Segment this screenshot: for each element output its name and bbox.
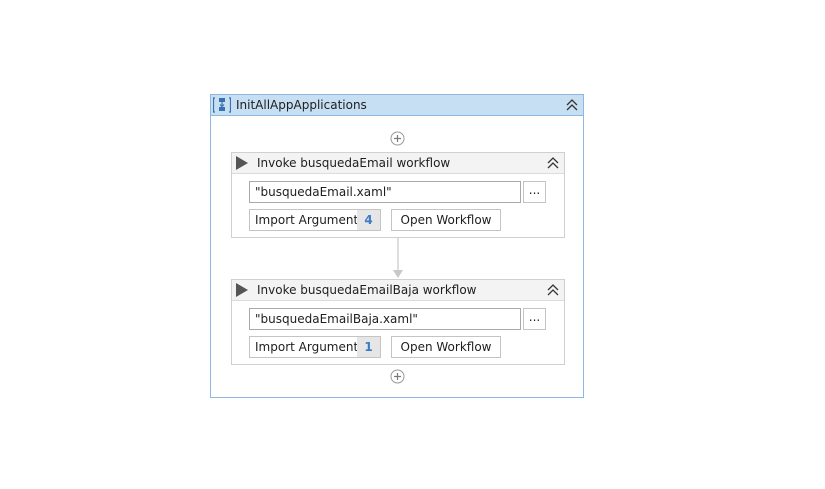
browse-button[interactable]: ... (523, 308, 546, 330)
activity-title: Invoke busquedaEmail workflow (257, 156, 451, 170)
add-activity-icon[interactable] (390, 131, 405, 146)
invoke-workflow-activity[interactable]: Invoke busquedaEmail workflow "busquedaE… (231, 152, 565, 238)
argument-count-badge: 1 (357, 337, 380, 357)
double-chevron-up-icon[interactable] (565, 98, 579, 112)
import-arguments-label: Import Arguments (255, 340, 365, 354)
add-activity-icon[interactable] (390, 369, 405, 384)
invoke-workflow-activity[interactable]: Invoke busquedaEmailBaja workflow "busqu… (231, 279, 565, 365)
activity-header[interactable]: Invoke busquedaEmailBaja workflow (232, 280, 564, 301)
import-arguments-button[interactable]: Import Arguments 1 (249, 336, 381, 358)
play-icon (236, 156, 248, 170)
sequence-icon (213, 97, 231, 113)
import-arguments-label: Import Arguments (255, 213, 365, 227)
activity-title: Invoke busquedaEmailBaja workflow (257, 283, 477, 297)
play-icon (236, 283, 248, 297)
sequence-container[interactable]: InitAllAppApplications Invoke busquedaEm… (210, 94, 584, 398)
sequence-title: InitAllAppApplications (236, 98, 367, 112)
double-chevron-up-icon[interactable] (546, 156, 560, 170)
argument-count-badge: 4 (357, 210, 380, 230)
activity-header[interactable]: Invoke busquedaEmail workflow (232, 153, 564, 174)
connector-arrow (393, 238, 403, 278)
open-workflow-button[interactable]: Open Workflow (391, 336, 501, 358)
open-workflow-button[interactable]: Open Workflow (391, 209, 501, 231)
import-arguments-button[interactable]: Import Arguments 4 (249, 209, 381, 231)
workflow-file-input[interactable]: "busquedaEmailBaja.xaml" (249, 308, 521, 330)
sequence-header[interactable]: InitAllAppApplications (211, 95, 583, 116)
workflow-file-input[interactable]: "busquedaEmail.xaml" (249, 181, 521, 203)
browse-button[interactable]: ... (523, 181, 546, 203)
double-chevron-up-icon[interactable] (546, 283, 560, 297)
